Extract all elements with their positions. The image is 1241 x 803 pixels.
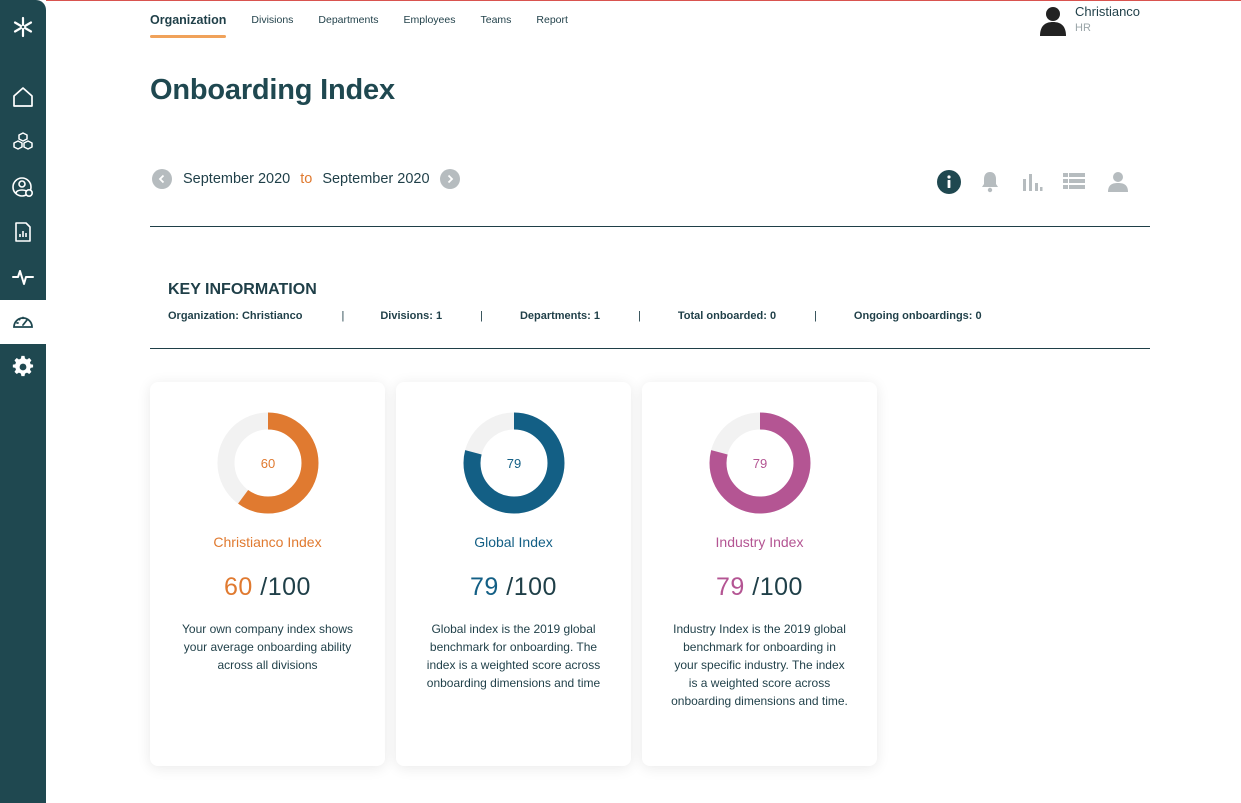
sidebar-item-reports[interactable]	[0, 210, 46, 254]
home-icon	[13, 87, 33, 107]
card-title: Global Index	[474, 534, 553, 550]
index-card-company: 60 Christianco Index 60 /100 Your own co…	[150, 382, 385, 766]
index-card-global: 79 Global Index 79 /100 Global index is …	[396, 382, 631, 766]
key-info-title: KEY INFORMATION	[168, 281, 317, 298]
tab-divisions[interactable]: Divisions	[251, 0, 293, 40]
user-role: HR	[1075, 22, 1091, 34]
user-settings-icon	[12, 177, 34, 198]
bar-chart-icon	[1023, 174, 1043, 191]
user-menu[interactable]: Christianco HR	[1040, 4, 1140, 36]
sidebar-item-settings[interactable]	[0, 345, 46, 389]
divider	[150, 226, 1150, 227]
score-value: 79	[716, 573, 745, 601]
date-to[interactable]: September 2020	[322, 171, 429, 187]
info-icon	[937, 170, 961, 194]
card-score: 79 /100	[642, 573, 877, 602]
sidebar-item-people[interactable]	[0, 165, 46, 209]
chart-view-button[interactable]	[1019, 169, 1045, 195]
key-info-total-onboarded: Total onboarded: 0	[677, 310, 777, 322]
logo-icon[interactable]	[0, 5, 46, 49]
donut-value: 79	[752, 455, 768, 471]
tab-employees[interactable]: Employees	[404, 0, 456, 40]
bell-icon	[982, 172, 998, 193]
card-description: Industry Index is the 2019 global benchm…	[671, 622, 848, 708]
key-info-organization: Organization: Christianco	[168, 310, 303, 322]
donut-value: 60	[260, 455, 276, 471]
tab-organization[interactable]: Organization	[150, 0, 227, 40]
score-max: /100	[752, 573, 803, 601]
list-view-button[interactable]	[1061, 169, 1087, 195]
date-to-label: to	[300, 171, 313, 187]
prev-month-button[interactable]	[152, 169, 172, 189]
gear-icon	[12, 355, 34, 377]
top-nav: Organization Divisions Departments Emplo…	[150, 0, 593, 40]
sidebar-item-structure[interactable]	[0, 120, 46, 164]
person-icon	[1108, 172, 1128, 192]
tab-departments[interactable]: Departments	[318, 0, 378, 40]
key-info-departments: Departments: 1	[519, 310, 601, 322]
page-title: Onboarding Index	[150, 74, 395, 106]
sidebar-item-dashboard[interactable]	[0, 300, 46, 344]
notifications-button[interactable]	[977, 169, 1003, 195]
card-title: Industry Index	[715, 534, 804, 550]
list-icon	[1063, 173, 1085, 189]
user-name: Christianco	[1075, 4, 1141, 19]
card-description: Your own company index shows your averag…	[182, 622, 353, 672]
separator: |	[341, 310, 345, 322]
avatar	[1040, 7, 1066, 36]
people-view-button[interactable]	[1105, 169, 1131, 195]
card-score: 79 /100	[396, 573, 631, 602]
separator: |	[814, 310, 817, 322]
tab-teams[interactable]: Teams	[480, 0, 511, 40]
divider	[150, 348, 1150, 349]
key-info-row: Organization: Christianco | Divisions: 1…	[168, 310, 982, 322]
score-value: 60	[224, 573, 253, 601]
tab-report[interactable]: Report	[536, 0, 568, 40]
report-icon	[15, 222, 31, 242]
sidebar-item-pulse[interactable]	[0, 255, 46, 299]
gauge-icon	[13, 316, 33, 328]
index-card-industry: 79 Industry Index 79 /100 Industry Index…	[642, 382, 877, 766]
donut-value: 79	[506, 455, 522, 471]
info-button[interactable]	[936, 169, 962, 195]
chevron-right-icon	[447, 174, 453, 184]
score-max: /100	[506, 573, 557, 601]
next-month-button[interactable]	[439, 169, 460, 189]
pulse-icon	[12, 270, 34, 285]
card-description: Global index is the 2019 global benchmar…	[426, 622, 601, 690]
sidebar-item-home[interactable]	[0, 75, 46, 119]
score-max: /100	[260, 573, 311, 601]
index-donut: 79	[708, 411, 812, 515]
index-donut: 60	[216, 411, 320, 515]
index-donut: 79	[462, 411, 566, 515]
card-score: 60 /100	[150, 573, 385, 602]
date-range: September 2020 to September 2020	[152, 168, 460, 190]
sidebar	[0, 0, 46, 803]
separator: |	[638, 310, 641, 322]
view-toolbar	[936, 168, 1147, 196]
chevron-left-icon	[158, 174, 165, 184]
score-value: 79	[470, 573, 499, 601]
cubes-icon	[13, 132, 33, 150]
key-info-ongoing-onboardings: Ongoing onboardings: 0	[853, 310, 982, 322]
separator: |	[480, 310, 483, 322]
date-from[interactable]: September 2020	[183, 171, 290, 187]
key-info-divisions: Divisions: 1	[380, 310, 443, 322]
card-title: Christianco Index	[213, 534, 322, 550]
